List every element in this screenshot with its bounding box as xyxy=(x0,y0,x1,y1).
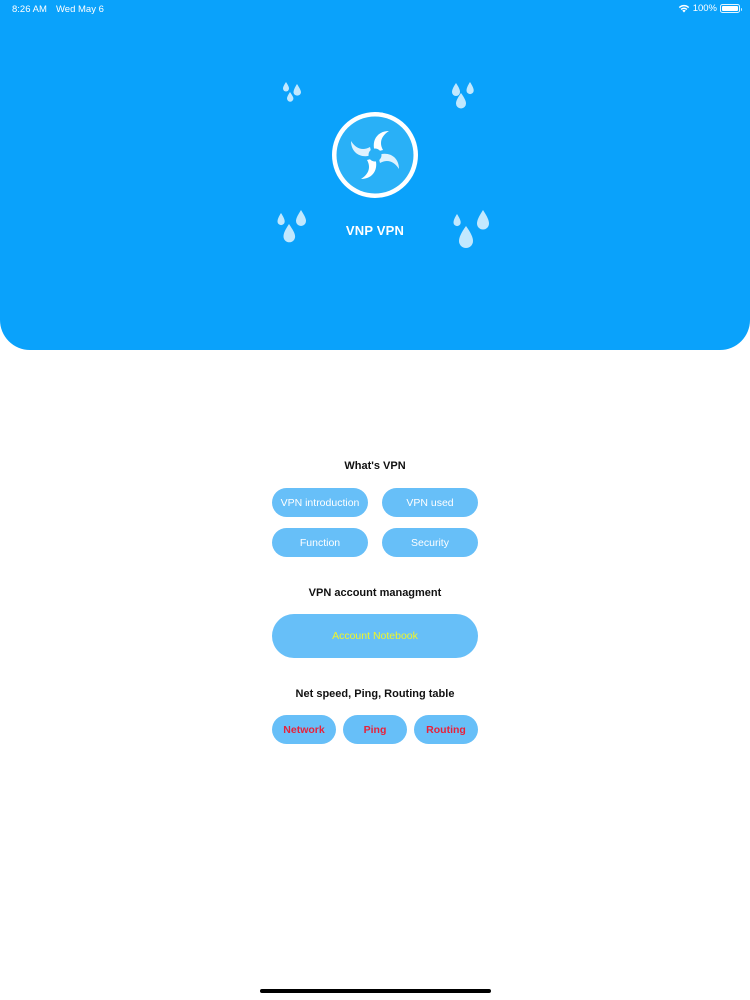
section-title-whats-vpn: What's VPN xyxy=(344,460,406,472)
vpn-introduction-button[interactable]: VPN introduction xyxy=(272,488,368,517)
status-indicators: 100% xyxy=(678,3,742,14)
network-button[interactable]: Network xyxy=(272,715,336,744)
ping-button[interactable]: Ping xyxy=(343,715,407,744)
section-title-account: VPN account managment xyxy=(308,587,442,599)
status-bar: 8:26 AM Wed May 6 100% xyxy=(0,0,750,18)
home-indicator[interactable] xyxy=(260,989,491,993)
app-logo-icon xyxy=(332,112,418,198)
water-drops-icon xyxy=(452,82,474,109)
status-time: 8:26 AM xyxy=(12,4,47,15)
status-date: Wed May 6 xyxy=(56,4,104,15)
app-title: VNP VPN xyxy=(345,223,405,238)
battery-icon xyxy=(720,4,742,13)
header-banner: 8:26 AM Wed May 6 100% VNP VPN xyxy=(0,0,750,350)
wifi-icon xyxy=(678,4,689,13)
routing-button[interactable]: Routing xyxy=(414,715,478,744)
battery-percent: 100% xyxy=(692,3,717,14)
section-title-tools: Net speed, Ping, Routing table xyxy=(295,688,455,700)
account-notebook-button[interactable]: Account Notebook xyxy=(272,614,478,658)
security-button[interactable]: Security xyxy=(382,528,478,557)
vpn-used-button[interactable]: VPN used xyxy=(382,488,478,517)
function-button[interactable]: Function xyxy=(272,528,368,557)
water-drops-icon xyxy=(283,82,301,102)
vpn-home-screen: 8:26 AM Wed May 6 100% VNP VPN What's VP… xyxy=(0,0,750,1000)
